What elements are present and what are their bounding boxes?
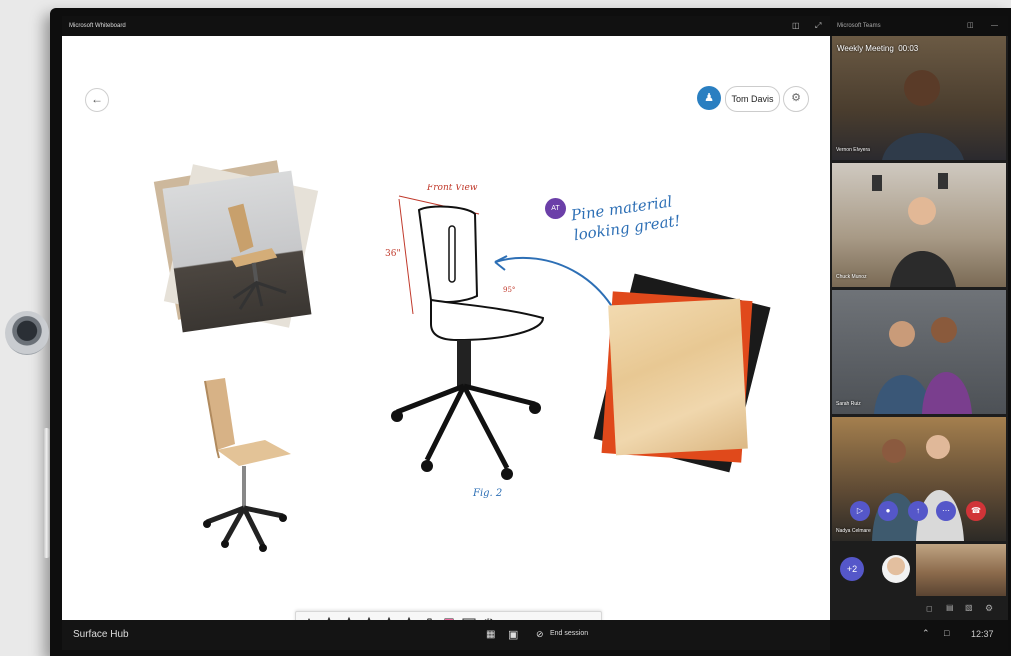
- participant-video-2: [872, 173, 956, 287]
- video-tile-3[interactable]: Sarah Ruiz: [832, 290, 1006, 414]
- windows-start-icon[interactable]: ▦: [486, 629, 495, 640]
- user-icon[interactable]: ♟: [697, 86, 721, 110]
- teams-app-title: Microsoft Teams: [837, 23, 881, 29]
- tray-chevron-icon[interactable]: ⌃: [922, 628, 930, 639]
- hang-up-icon[interactable]: ☎: [966, 501, 986, 521]
- room-video-thumbnail[interactable]: [916, 544, 1006, 596]
- chat-icon[interactable]: ▤: [946, 603, 954, 612]
- teams-settings-icon[interactable]: ⚙: [985, 603, 993, 614]
- extra-participants-badge[interactable]: +2: [840, 557, 864, 581]
- back-button[interactable]: ←: [85, 88, 109, 112]
- participant-name-4: Nadya Celmare: [836, 528, 871, 534]
- participant-avatar[interactable]: [882, 555, 910, 583]
- settings-gear-icon[interactable]: ⚙: [783, 86, 809, 112]
- teams-titlebar: Microsoft Teams ◫ —: [830, 16, 1008, 36]
- window-title: Microsoft Whiteboard: [69, 23, 126, 29]
- system-tray: ⌃ □ 12:37: [830, 620, 1008, 650]
- sketch-title: Front View: [426, 184, 478, 193]
- sketch-figure-label: Fig. 2: [472, 488, 502, 499]
- user-name-pill[interactable]: Tom Davis: [725, 86, 780, 112]
- chair-photo-interior[interactable]: [162, 170, 312, 333]
- device-name-label: Surface Hub: [73, 629, 129, 640]
- layout-icon[interactable]: ◻: [926, 604, 933, 613]
- sketch-dim-height: 36": [385, 249, 401, 259]
- author-avatar: AT: [545, 198, 566, 219]
- teams-minimize-icon[interactable]: —: [991, 16, 998, 36]
- end-session-button[interactable]: End session: [550, 630, 588, 637]
- people-icon[interactable]: ▧: [965, 603, 973, 612]
- chair-photo-image: [227, 203, 287, 310]
- window-titlebar: Microsoft Whiteboard ◫ ⤢: [62, 16, 830, 36]
- mic-icon[interactable]: ●: [878, 501, 898, 521]
- more-options-icon[interactable]: ⋯: [936, 501, 956, 521]
- video-tile-4[interactable]: ▷ ● ↑ ⋯ ☎ Nadya Celmare: [832, 417, 1006, 541]
- teams-expand-icon[interactable]: ◫: [967, 16, 974, 36]
- stylus-pen: [43, 428, 50, 558]
- taskbar: Surface Hub ▦ ▣ ⊘ End session: [62, 620, 830, 650]
- chair-cutout-image[interactable]: [195, 376, 299, 561]
- participant-video-3: [874, 317, 972, 414]
- participant-video-1: [882, 70, 964, 160]
- snap-icon[interactable]: ◫: [792, 16, 800, 36]
- task-view-icon[interactable]: ▣: [508, 628, 518, 641]
- video-tile-1[interactable]: Weekly Meeting 00:03 Vernon Elvyera: [832, 36, 1006, 160]
- video-toggle-icon[interactable]: ▷: [850, 501, 870, 521]
- end-session-icon[interactable]: ⊘: [536, 629, 544, 640]
- clock: 12:37: [971, 629, 994, 639]
- participant-name-3: Sarah Ruiz: [836, 401, 861, 407]
- share-screen-icon[interactable]: ↑: [908, 501, 928, 521]
- meeting-title: Weekly Meeting: [837, 44, 894, 53]
- camera-icon: [5, 311, 49, 355]
- hub-screen: Microsoft Whiteboard ◫ ⤢ ← ♟ Tom Davis ⚙: [62, 16, 1008, 650]
- pine-wood-swatch[interactable]: [608, 298, 748, 456]
- meeting-title-bar: Weekly Meeting 00:03: [837, 44, 918, 53]
- handwritten-note[interactable]: Pine material looking great!: [570, 191, 682, 246]
- video-tile-2[interactable]: Chuck Munoz: [832, 163, 1006, 287]
- fullscreen-icon[interactable]: ⤢: [815, 16, 821, 36]
- whiteboard-canvas[interactable]: ← ♟ Tom Davis ⚙ Front View 36" 95° Fig. …: [62, 36, 830, 643]
- participant-name-2: Chuck Munoz: [836, 274, 867, 280]
- participant-video-4: [872, 435, 964, 541]
- notification-icon[interactable]: □: [944, 628, 949, 638]
- participant-name-1: Vernon Elvyera: [836, 147, 870, 153]
- teams-panel: Microsoft Teams ◫ — Weekly Meeting 00:03…: [830, 16, 1008, 650]
- meeting-elapsed: 00:03: [898, 44, 919, 53]
